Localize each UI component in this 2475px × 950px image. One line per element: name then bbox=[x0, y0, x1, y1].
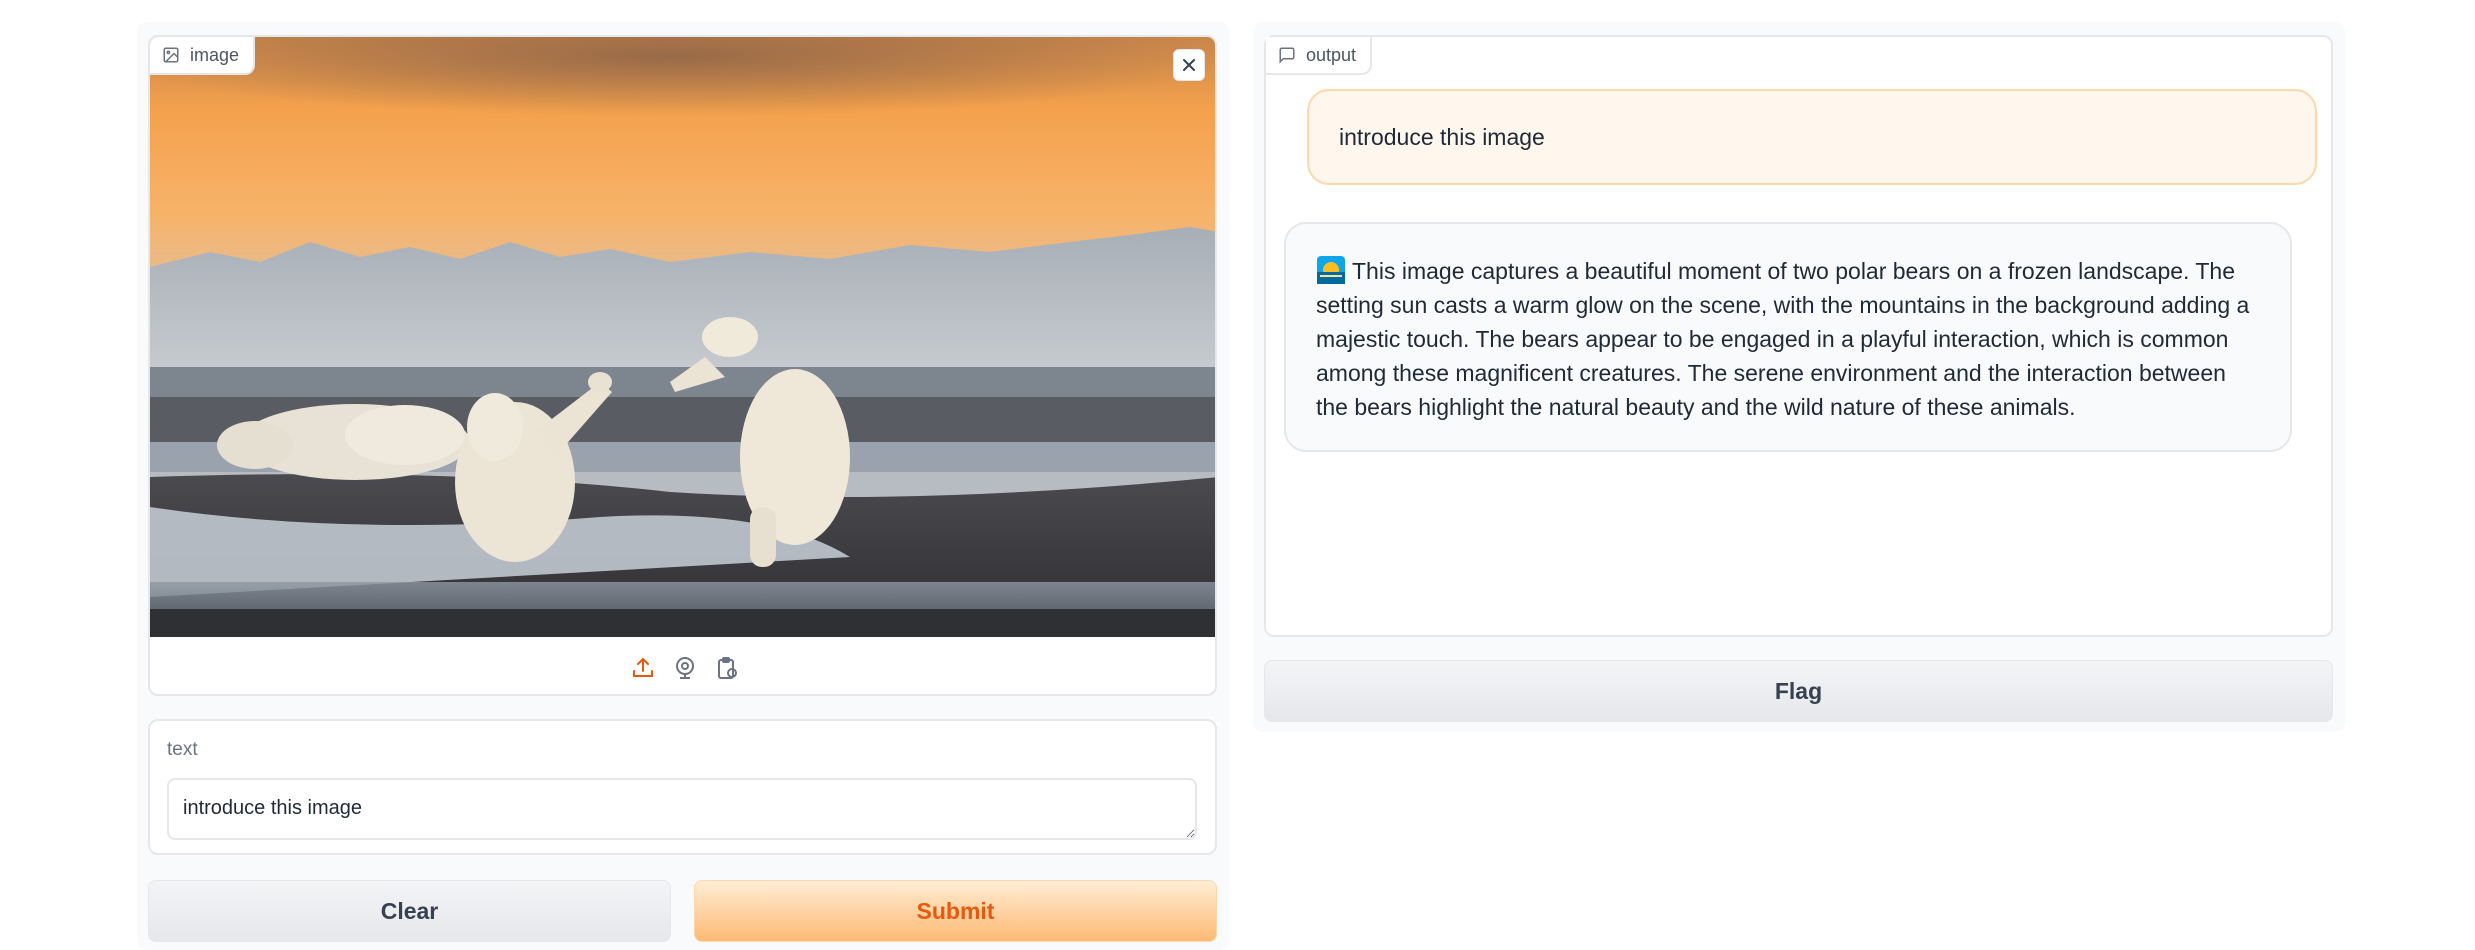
close-icon bbox=[1183, 59, 1195, 71]
submit-button[interactable]: Submit bbox=[694, 880, 1217, 942]
image-input-block: image bbox=[148, 35, 1217, 696]
text-label: text bbox=[167, 739, 198, 760]
bot-message: This image captures a beautiful moment o… bbox=[1284, 222, 2292, 452]
webcam-button[interactable] bbox=[671, 654, 699, 682]
flag-button[interactable]: Flag bbox=[1264, 660, 2333, 722]
uploaded-image[interactable] bbox=[150, 37, 1215, 637]
text-input-block: text introduce this image bbox=[148, 719, 1217, 855]
image-source-toolbar bbox=[150, 637, 1215, 694]
upload-button[interactable] bbox=[629, 654, 657, 682]
clear-image-button[interactable] bbox=[1173, 49, 1205, 81]
chat-icon bbox=[1279, 47, 1295, 64]
output-block-label: output bbox=[1266, 37, 1373, 75]
text-input[interactable]: introduce this image bbox=[167, 778, 1197, 840]
output-label-text: output bbox=[1306, 44, 1357, 65]
clear-button[interactable]: Clear bbox=[148, 880, 671, 942]
upload-icon bbox=[632, 657, 653, 677]
image-block-label: image bbox=[150, 37, 256, 75]
user-message-text: introduce this image bbox=[1339, 123, 1545, 150]
clipboard-icon bbox=[717, 656, 737, 679]
image-label-text: image bbox=[190, 44, 240, 65]
user-message: introduce this image bbox=[1307, 89, 2317, 185]
clipboard-button[interactable] bbox=[713, 654, 741, 682]
image-icon bbox=[163, 47, 179, 63]
bot-message-text: This image captures a beautiful moment o… bbox=[1316, 258, 2250, 420]
sunset-emoji-icon bbox=[1317, 256, 1345, 284]
webcam-icon bbox=[675, 656, 694, 679]
